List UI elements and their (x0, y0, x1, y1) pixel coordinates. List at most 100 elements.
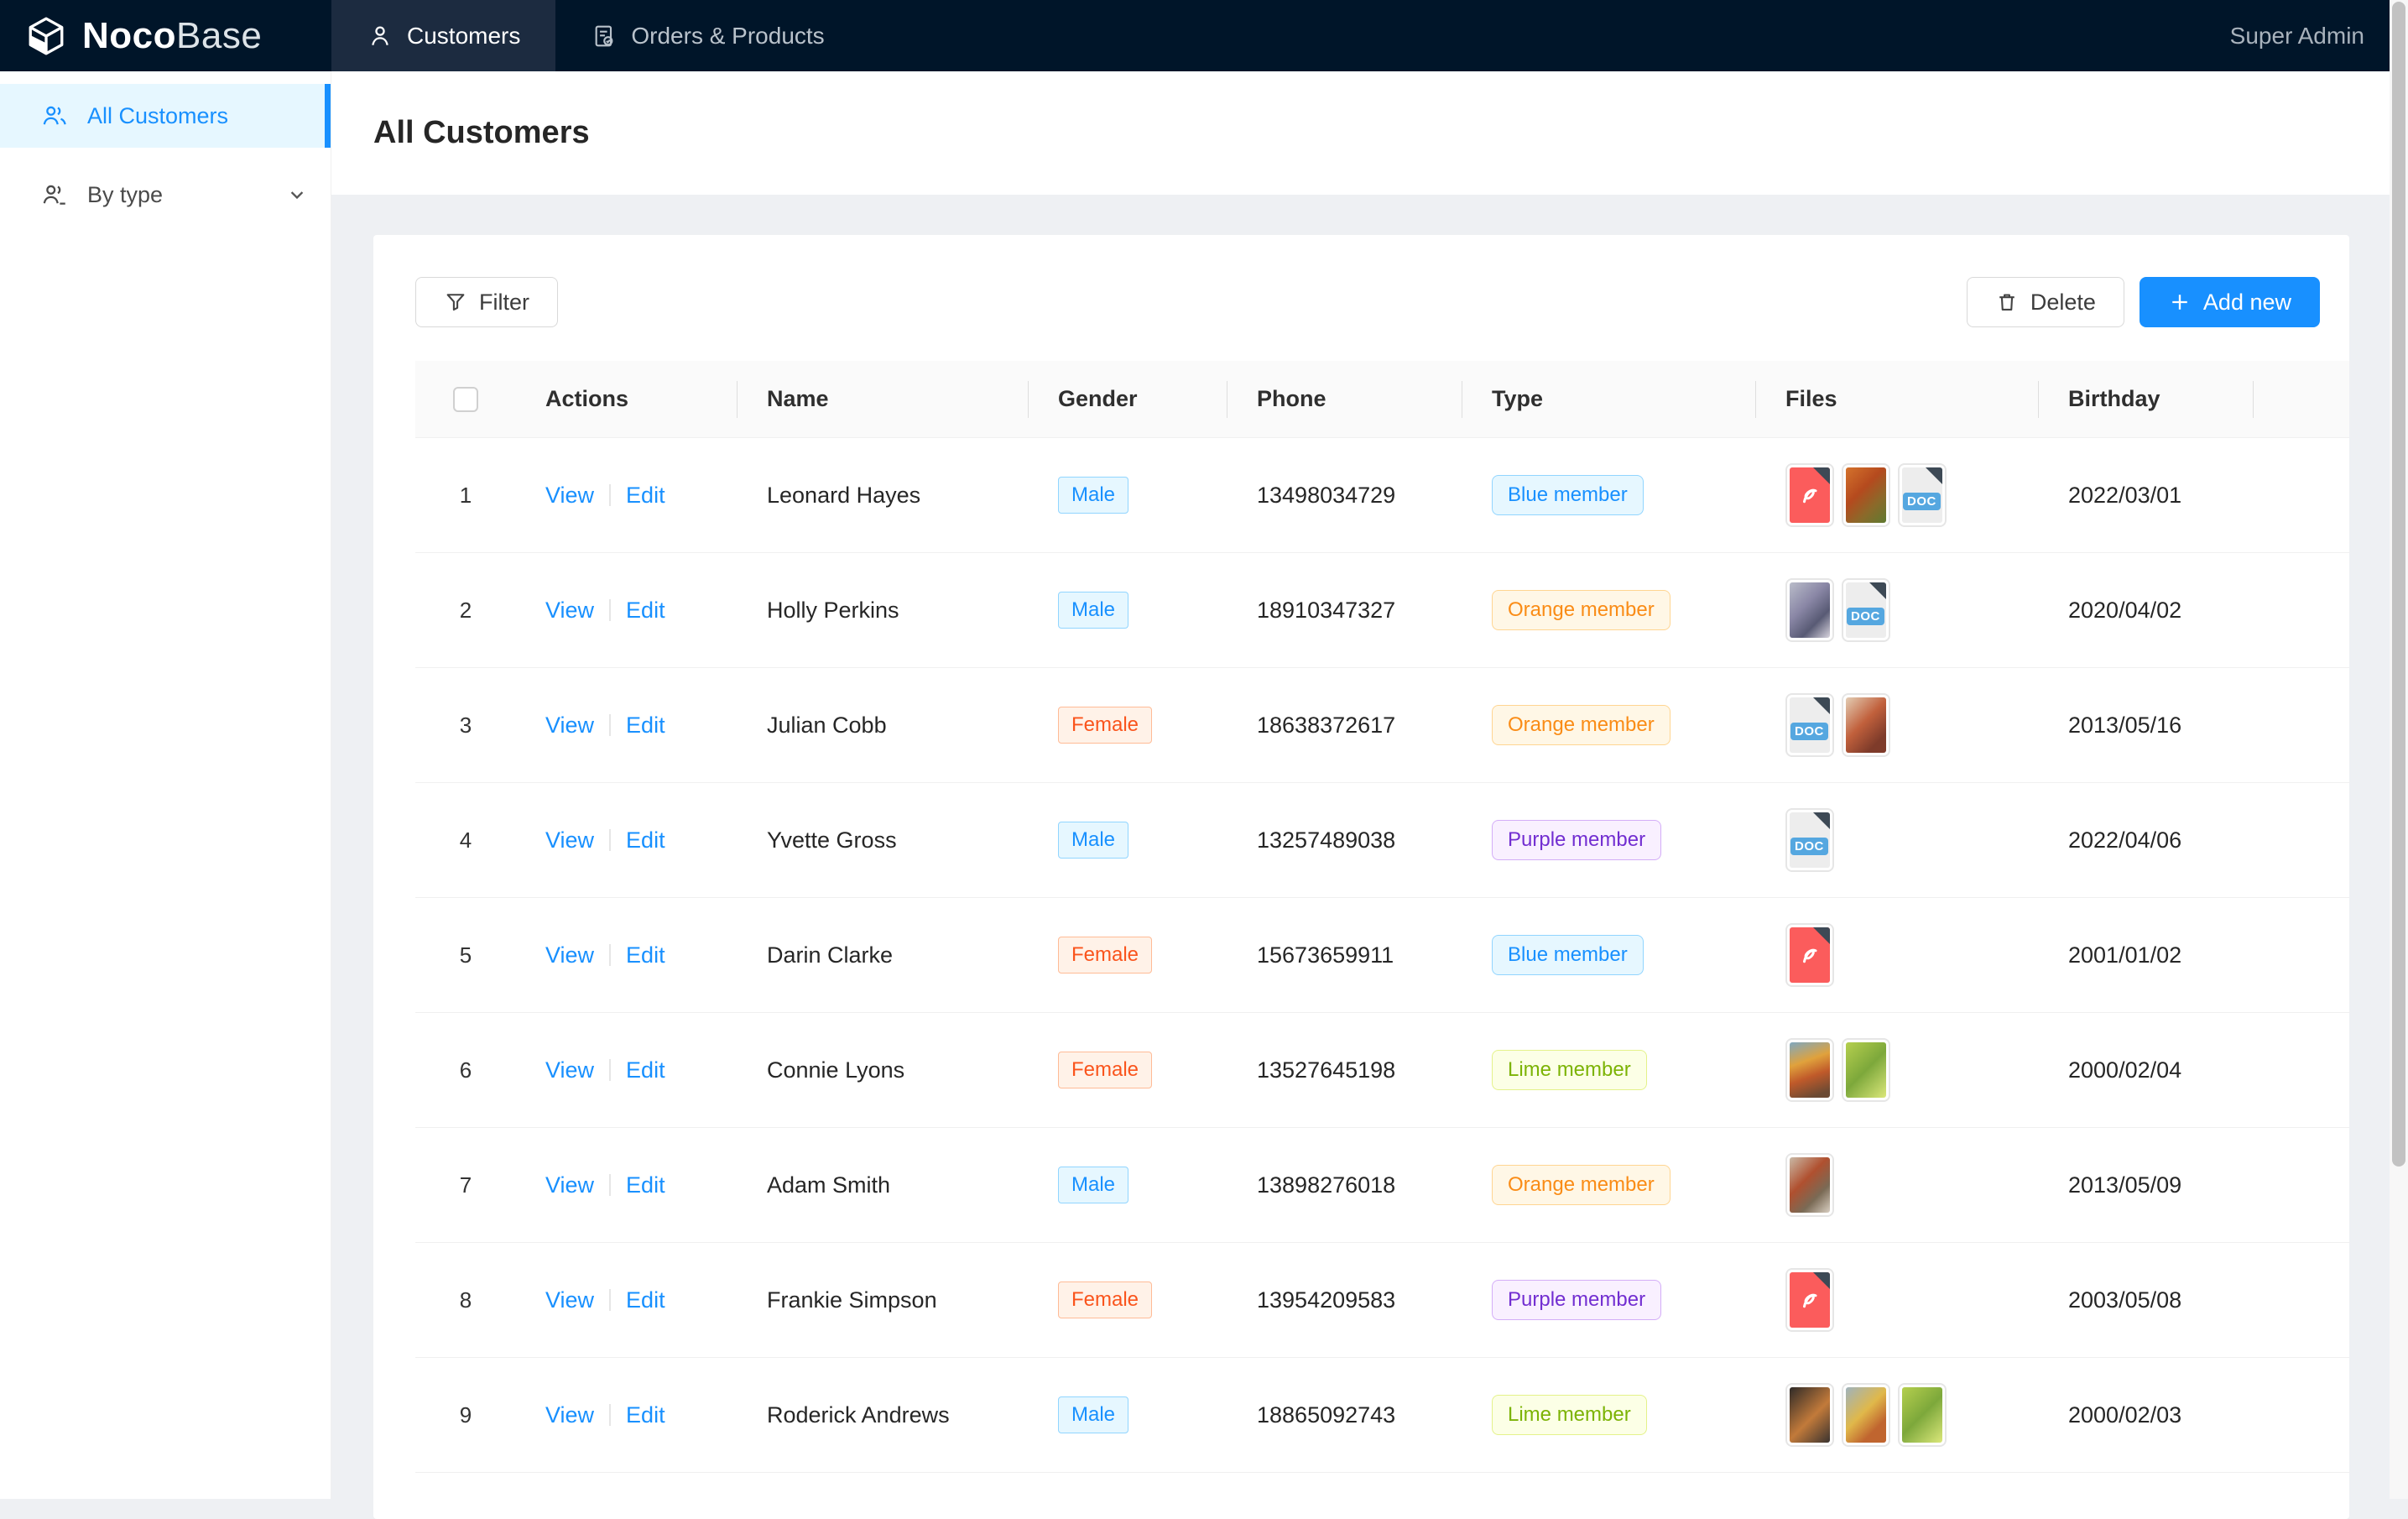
view-link[interactable]: View (545, 713, 594, 739)
gender-cell: Female (1029, 1013, 1227, 1127)
actions-cell: View Edit (516, 898, 738, 1012)
birthday-cell: 2001/01/02 (2039, 898, 2254, 1012)
photo-thumbnail[interactable] (1842, 463, 1890, 527)
delete-button[interactable]: Delete (1967, 277, 2124, 327)
view-link[interactable]: View (545, 598, 594, 624)
sidebar-item-by-type[interactable]: By type (0, 163, 331, 227)
actions-cell: View Edit (516, 438, 738, 552)
column-header-actions: Actions (516, 361, 738, 437)
doc-file-icon[interactable]: DOC (1785, 693, 1834, 757)
row-index-cell: 4 (415, 783, 516, 897)
photo-thumbnail[interactable] (1785, 1038, 1834, 1102)
sidebar: All Customers By type (0, 71, 331, 1499)
edit-link[interactable]: Edit (626, 942, 665, 968)
doc-label: DOC (1847, 608, 1884, 625)
row-index-cell: 5 (415, 898, 516, 1012)
type-cell: Orange member (1462, 668, 1756, 782)
actions-cell: View Edit (516, 1128, 738, 1242)
edit-link[interactable]: Edit (626, 1287, 665, 1313)
birthday-cell: 2000/02/04 (2039, 1013, 2254, 1127)
view-link[interactable]: View (545, 483, 594, 509)
view-link[interactable]: View (545, 942, 594, 968)
doc-label: DOC (1903, 493, 1941, 510)
doc-file-icon[interactable]: DOC (1898, 463, 1947, 527)
table-header-row: Actions Name Gender Phone Type Files Bir… (415, 361, 2349, 438)
photo-thumbnail[interactable] (1898, 1383, 1947, 1447)
filter-button[interactable]: Filter (415, 277, 558, 327)
edit-link[interactable]: Edit (626, 483, 665, 509)
customers-table: Actions Name Gender Phone Type Files Bir… (415, 361, 2349, 1473)
action-divider (609, 714, 611, 736)
type-badge: Blue member (1492, 475, 1644, 514)
column-header-empty (2254, 361, 2349, 437)
type-cell: Lime member (1462, 1013, 1756, 1127)
user-icon (367, 23, 394, 50)
phone-cell: 15673659911 (1227, 898, 1462, 1012)
photo-thumbnail[interactable] (1842, 693, 1890, 757)
pdf-file-icon[interactable] (1785, 923, 1834, 987)
action-divider (609, 1289, 611, 1311)
name-cell: Frankie Simpson (738, 1243, 1029, 1357)
photo-thumbnail[interactable] (1785, 578, 1834, 642)
name-cell: Holly Perkins (738, 553, 1029, 667)
tab-label: Orders & Products (631, 23, 824, 50)
phone-cell: 13527645198 (1227, 1013, 1462, 1127)
vertical-scrollbar-thumb[interactable] (2392, 2, 2405, 1167)
edit-link[interactable]: Edit (626, 827, 665, 853)
view-link[interactable]: View (545, 1057, 594, 1083)
gender-badge: Female (1058, 1052, 1152, 1088)
gender-badge: Male (1058, 477, 1128, 513)
tab-orders-products[interactable]: Orders & Products (555, 0, 859, 71)
sidebar-item-all-customers[interactable]: All Customers (0, 84, 331, 148)
doc-file-icon[interactable]: DOC (1785, 808, 1834, 872)
add-new-button[interactable]: Add new (2140, 277, 2320, 327)
table-row: 9 View Edit Roderick Andrews Male 188650… (415, 1358, 2349, 1473)
row-index-cell: 6 (415, 1013, 516, 1127)
edit-link[interactable]: Edit (626, 713, 665, 739)
photo-thumbnail[interactable] (1785, 1153, 1834, 1217)
doc-file-icon[interactable]: DOC (1842, 578, 1890, 642)
view-link[interactable]: View (545, 1172, 594, 1198)
view-link[interactable]: View (545, 1402, 594, 1428)
type-badge: Purple member (1492, 820, 1661, 859)
vertical-scrollbar-track[interactable] (2390, 0, 2408, 1499)
type-badge: Lime member (1492, 1395, 1647, 1434)
files-cell (1756, 1128, 2039, 1242)
select-all-cell (415, 361, 516, 437)
column-header-type: Type (1462, 361, 1756, 437)
view-link[interactable]: View (545, 827, 594, 853)
column-header-phone: Phone (1227, 361, 1462, 437)
type-cell: Purple member (1462, 783, 1756, 897)
table-row: 4 View Edit Yvette Gross Male 1325748903… (415, 783, 2349, 898)
birthday-cell: 2003/05/08 (2039, 1243, 2254, 1357)
edit-link[interactable]: Edit (626, 1402, 665, 1428)
photo-thumbnail[interactable] (1842, 1383, 1890, 1447)
column-header-birthday: Birthday (2039, 361, 2254, 437)
select-all-checkbox[interactable] (453, 387, 478, 412)
phone-cell: 13498034729 (1227, 438, 1462, 552)
row-index-cell: 8 (415, 1243, 516, 1357)
user-menu[interactable]: Super Admin (2230, 23, 2408, 50)
doc-label: DOC (1790, 838, 1828, 855)
photo-thumbnail[interactable] (1785, 1383, 1834, 1447)
tab-customers[interactable]: Customers (331, 0, 555, 71)
pdf-file-icon[interactable] (1785, 463, 1834, 527)
brand-logo[interactable]: NocoBase (0, 0, 331, 71)
action-divider (609, 829, 611, 851)
type-cell: Blue member (1462, 898, 1756, 1012)
birthday-cell: 2022/03/01 (2039, 438, 2254, 552)
birthday-cell: 2020/04/02 (2039, 553, 2254, 667)
view-link[interactable]: View (545, 1287, 594, 1313)
type-cell: Purple member (1462, 1243, 1756, 1357)
edit-link[interactable]: Edit (626, 1057, 665, 1083)
gender-badge: Male (1058, 1396, 1128, 1433)
name-cell: Yvette Gross (738, 783, 1029, 897)
empty-cell (2254, 553, 2349, 667)
brand-name: NocoBase (82, 15, 262, 57)
edit-link[interactable]: Edit (626, 598, 665, 624)
photo-thumbnail[interactable] (1842, 1038, 1890, 1102)
page-header: All Customers (331, 71, 2408, 195)
row-index-cell: 9 (415, 1358, 516, 1472)
edit-link[interactable]: Edit (626, 1172, 665, 1198)
pdf-file-icon[interactable] (1785, 1268, 1834, 1332)
